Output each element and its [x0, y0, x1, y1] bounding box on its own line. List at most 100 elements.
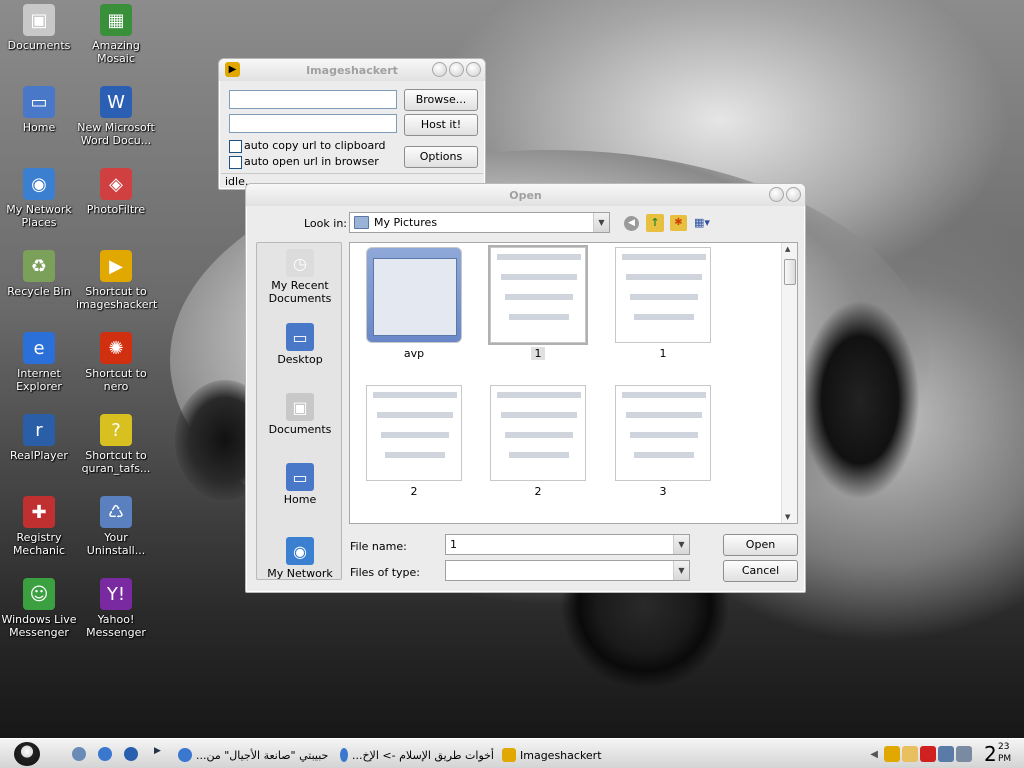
quicklaunch-browser-icon[interactable] [124, 747, 138, 761]
desktop-icon-label: Shortcut to imageshackert [76, 285, 158, 311]
folder-preview [373, 258, 457, 336]
thumbnail-detail [505, 294, 573, 300]
place-2[interactable]: ▣ Documents [257, 393, 341, 436]
desktop-icon[interactable]: r RealPlayer [0, 414, 79, 462]
view-menu-icon[interactable]: ▦▾ [694, 215, 716, 231]
documents-icon: ▣ [286, 393, 314, 421]
image-url-output[interactable] [229, 114, 397, 133]
thumbnail-detail [501, 274, 577, 280]
thumbnail-detail [630, 432, 698, 438]
image-thumbnail[interactable] [615, 385, 711, 481]
tray-display-icon[interactable] [956, 746, 972, 762]
desktop-icon[interactable]: ▦ Amazing Mosaic [76, 4, 156, 65]
scroll-up-arrow-icon[interactable]: ▲ [785, 245, 790, 253]
desktop-icon[interactable]: ✺ Shortcut to nero [76, 332, 156, 393]
tray-imageshack-icon[interactable] [884, 746, 900, 762]
chevron-down-icon[interactable]: ▼ [673, 535, 689, 554]
image-thumbnail[interactable] [615, 247, 711, 343]
file-type-select[interactable]: ▼ [445, 560, 690, 581]
desktop-icon[interactable]: ▣ Documents [0, 4, 79, 52]
tray-mail-icon[interactable] [902, 746, 918, 762]
recent-documents-icon: ◷ [286, 249, 314, 277]
place-label: Desktop [277, 353, 323, 366]
desktop-icon[interactable]: ▶ Shortcut to imageshackert [76, 250, 158, 311]
file-name-caption: avp [403, 347, 425, 360]
tray-antivirus-icon[interactable] [920, 746, 936, 762]
quicklaunch-globe-icon[interactable] [98, 747, 112, 761]
cancel-button[interactable]: Cancel [723, 560, 798, 582]
desktop-icon[interactable]: ♻ Recycle Bin [0, 250, 79, 298]
back-icon[interactable]: ◀ [624, 216, 639, 231]
quicklaunch-gear-icon[interactable] [72, 747, 86, 761]
dialog-close-button[interactable] [786, 187, 801, 202]
wallpaper-car-wheel-right [800, 300, 920, 500]
desktop-icon[interactable]: e Internet Explorer [0, 332, 79, 393]
image-thumbnail[interactable] [490, 385, 586, 481]
place-0[interactable]: ◷ My Recent Documents [257, 249, 341, 305]
quicklaunch-expand-icon[interactable]: ▶ [154, 746, 161, 756]
imageshack-icon [502, 748, 516, 762]
open-button[interactable]: Open [723, 534, 798, 556]
place-label: Home [283, 493, 317, 506]
auto-copy-checkbox[interactable] [229, 140, 242, 153]
file-list-view[interactable]: avp 1 1 2 2 3 ▲ ▼ [349, 242, 798, 524]
desktop-icon[interactable]: ◈ PhotoFiltre [76, 168, 156, 216]
desktop-icon-label: Recycle Bin [7, 285, 71, 298]
desktop-icon[interactable]: W New Microsoft Word Docu... [76, 86, 156, 147]
network-icon: ◉ [23, 168, 55, 200]
file-type-label: Files of type: [350, 566, 421, 579]
help-button[interactable] [769, 187, 784, 202]
host-it-button[interactable]: Host it! [404, 114, 478, 136]
task-button-1[interactable]: حبيبتي "صانعة الأجيال" من... [174, 744, 332, 766]
vertical-scrollbar[interactable]: ▲ ▼ [781, 243, 797, 523]
task-button-3[interactable]: Imageshackert [498, 744, 656, 766]
thumbnail-detail [501, 412, 577, 418]
desktop-icon-label: My Network Places [6, 203, 72, 229]
maximize-button[interactable] [449, 62, 464, 77]
look-in-dropdown[interactable]: My Pictures ▼ [349, 212, 610, 233]
desktop-icon[interactable]: ? Shortcut to quran_tafs... [76, 414, 156, 475]
up-folder-icon[interactable]: ↑ [646, 214, 664, 232]
file-name-input[interactable]: 1 ▼ [445, 534, 690, 555]
chevron-down-icon[interactable]: ▼ [593, 213, 609, 232]
thumbnail-detail [622, 254, 706, 260]
imageshack-titlebar[interactable]: ▶ Imageshackert [219, 59, 485, 81]
folder-thumbnail[interactable] [366, 247, 462, 343]
image-thumbnail[interactable] [488, 245, 588, 345]
desktop-icon[interactable]: ♺ Your Uninstall... [76, 496, 156, 557]
desktop-icon[interactable]: ✚ Registry Mechanic [0, 496, 79, 557]
file-name-caption: 2 [410, 485, 418, 498]
open-dialog-titlebar[interactable]: Open [246, 184, 805, 206]
image-thumbnail[interactable] [366, 385, 462, 481]
task-button-2[interactable]: أخوات طريق الإسلام -> الإخ... [336, 744, 494, 766]
auto-open-checkbox[interactable] [229, 156, 242, 169]
auto-copy-label: auto copy url to clipboard [244, 139, 386, 152]
monitor-icon: ▭ [23, 86, 55, 118]
desktop-icon[interactable]: Y! Yahoo! Messenger [76, 578, 156, 639]
auto-open-label: auto open url in browser [244, 155, 379, 168]
task-label-2: أخوات طريق الإسلام -> الإخ... [351, 748, 494, 762]
place-1[interactable]: ▭ Desktop [257, 323, 341, 366]
browse-button[interactable]: Browse... [404, 89, 478, 111]
realplayer-icon: r [23, 414, 55, 446]
desktop-icon[interactable]: ◉ My Network Places [0, 168, 79, 229]
start-button[interactable] [14, 742, 40, 766]
scroll-down-arrow-icon[interactable]: ▼ [785, 513, 790, 521]
minimize-button[interactable] [432, 62, 447, 77]
desktop-icon[interactable]: ▭ Home [0, 86, 79, 134]
tray-expand-icon[interactable]: ◀ [870, 749, 878, 760]
thumbnail-detail [509, 314, 569, 320]
thumbnail-detail [626, 412, 702, 418]
desktop-icon[interactable]: ☺ Windows Live Messenger [0, 578, 79, 639]
chevron-down-icon[interactable]: ▼ [673, 561, 689, 580]
file-name-label: File name: [350, 540, 407, 553]
close-button[interactable] [466, 62, 481, 77]
options-button[interactable]: Options [404, 146, 478, 168]
scroll-thumb[interactable] [784, 259, 796, 285]
tray-network-icon[interactable] [938, 746, 954, 762]
clock[interactable]: 2 23 PM [982, 740, 1020, 768]
image-path-input[interactable] [229, 90, 397, 109]
place-4[interactable]: ◉ My Network [257, 537, 341, 579]
new-folder-icon[interactable]: ✱ [670, 215, 687, 231]
place-3[interactable]: ▭ Home [257, 463, 341, 506]
